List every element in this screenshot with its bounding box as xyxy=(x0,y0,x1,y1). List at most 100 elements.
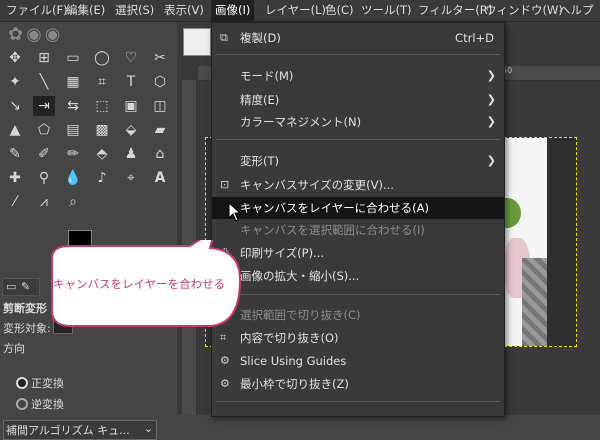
duplicate-shortcut: Ctrl+D xyxy=(455,31,494,45)
menu-view[interactable]: 表示(V) xyxy=(164,0,204,21)
menu-colors[interactable]: 色(C) xyxy=(325,0,354,21)
menu-item-duplicate[interactable]: ⧉ 複製(D) Ctrl+D xyxy=(212,27,504,49)
free-select-icon[interactable]: ♡ xyxy=(120,48,142,68)
smudge-icon[interactable]: ✚ xyxy=(4,168,26,188)
menu-help[interactable]: ヘルプ(H) xyxy=(559,0,600,38)
align-tool-icon[interactable]: ⊞ xyxy=(33,48,55,68)
fuzzy-select-icon[interactable]: ✦ xyxy=(4,72,26,92)
image-thumbnail[interactable] xyxy=(183,28,211,56)
menu-item-print-size[interactable]: ⎙ 印刷サイズ(P)... xyxy=(212,242,504,264)
zealous-crop-icon: ⚙ xyxy=(220,377,230,390)
rect-select-icon[interactable]: ▭ xyxy=(62,48,84,68)
crop-to-content-label: 内容で切り抜き(O) xyxy=(240,331,339,345)
chevron-right-icon: ❯ xyxy=(486,93,496,106)
canvas-size-icon: ⊡ xyxy=(220,178,230,191)
unified-transform-icon[interactable]: ▣ xyxy=(120,96,142,116)
color-picker-icon[interactable]: ⁄ xyxy=(4,192,26,212)
backward-radio[interactable] xyxy=(16,398,28,410)
separator xyxy=(216,294,500,295)
interpolation-label: 補間アルゴリズム キュ... xyxy=(6,424,130,437)
crop-to-selection-label: 選択範囲で切り抜き(C) xyxy=(240,308,361,322)
mode-label: モード(M) xyxy=(240,69,294,83)
blur-icon[interactable]: 💧 xyxy=(62,168,84,188)
menu-filters[interactable]: フィルター(R) xyxy=(418,0,492,21)
chevron-down-icon: ⌄ xyxy=(143,422,153,435)
chevron-right-icon: ❯ xyxy=(486,115,496,128)
perspective-icon[interactable]: ⬚ xyxy=(91,96,113,116)
separator xyxy=(216,401,500,402)
image-menu-dropdown: ⧉ 複製(D) Ctrl+D モード(M) ❯ 精度(E) ❯ カラーマネジメン… xyxy=(211,22,505,417)
menu-item-crop-to-selection[interactable]: ⌗ 選択範囲で切り抜き(C) xyxy=(212,304,504,326)
menu-item-crop-to-content[interactable]: ⌗ 内容で切り抜き(O) xyxy=(212,327,504,349)
paths-icon[interactable]: ⌖ xyxy=(120,168,142,188)
eraser-icon[interactable]: ⬘ xyxy=(91,144,113,164)
airbrush-icon[interactable]: ✏ xyxy=(62,144,84,164)
ellipse-select-icon[interactable]: ◯ xyxy=(91,48,113,68)
menu-item-mode[interactable]: モード(M) ❯ xyxy=(212,65,504,87)
duplicate-icon: ⧉ xyxy=(220,31,228,44)
text-tool-icon[interactable]: A xyxy=(149,168,171,188)
menu-item-transform[interactable]: 変形(T) ❯ xyxy=(212,150,504,172)
menu-layer[interactable]: レイヤー(L) xyxy=(265,0,326,21)
zealous-crop-label: 最小枠で切り抜き(Z) xyxy=(240,377,349,391)
warp-icon[interactable]: ▲ xyxy=(4,120,26,140)
scissors-icon[interactable]: ✂ xyxy=(149,48,171,68)
zoom-icon[interactable]: ⌕ xyxy=(62,192,84,212)
tool-options-tab[interactable]: ▭ ✎ xyxy=(2,278,40,296)
menu-select[interactable]: 選択(S) xyxy=(115,0,154,21)
crop-icon[interactable]: ⌗ xyxy=(91,72,113,92)
wand-icon[interactable]: ╲ xyxy=(33,72,55,92)
clone-icon[interactable]: ⚲ xyxy=(33,168,55,188)
menu-item-precision[interactable]: 精度(E) ❯ xyxy=(212,89,504,111)
measure-icon[interactable]: ⩘ xyxy=(33,192,55,212)
precision-label: 精度(E) xyxy=(240,93,280,107)
slice-label: Slice Using Guides xyxy=(240,354,347,368)
menu-edit[interactable]: 編集(E) xyxy=(66,0,105,21)
cage-transform-icon[interactable]: ⬠ xyxy=(33,120,55,140)
brush-icon[interactable]: ✐ xyxy=(33,144,55,164)
menu-tools[interactable]: ツール(T) xyxy=(361,0,412,21)
menu-item-zealous-crop[interactable]: ⚙ 最小枠で切り抜き(Z) xyxy=(212,373,504,395)
menu-item-scale-image[interactable]: ⇲ 画像の拡大・縮小(S)... xyxy=(212,265,504,287)
menu-windows[interactable]: ウィンドウ(W) xyxy=(485,0,563,21)
device-icon: ✎ xyxy=(21,280,31,293)
dodge-icon[interactable]: ♪ xyxy=(91,168,113,188)
heal-icon[interactable]: ⌂ xyxy=(149,144,171,164)
toolbox: ✿◉◉ ✥ ⊞ ▭ ◯ ♡ ✂ ✦ ╲ ▦ ⌗ T ⬡ ↘ ⇥ ⇆ ⬚ ▣ ◫ … xyxy=(0,22,177,440)
move-tool-icon[interactable]: ✥ xyxy=(4,48,26,68)
backward-label: 逆変換 xyxy=(31,398,64,411)
menu-item-fit-canvas-layers[interactable]: キャンバスをレイヤーに合わせる(A) xyxy=(212,197,504,219)
cage-icon[interactable]: ⬡ xyxy=(149,72,171,92)
color-select-icon[interactable]: ▦ xyxy=(62,72,84,92)
menu-item-fit-canvas-selection[interactable]: キャンバスを選択範囲に合わせる(I) xyxy=(212,219,504,241)
forward-radio[interactable] xyxy=(16,377,28,389)
duplicate-label: 複製(D) xyxy=(240,31,281,45)
flip-icon[interactable]: ⇆ xyxy=(62,96,84,116)
scale-image-label: 画像の拡大・縮小(S)... xyxy=(240,269,360,283)
shear-tool-icon[interactable]: ⇥ xyxy=(33,96,55,116)
ink-icon[interactable]: ♟ xyxy=(120,144,142,164)
text-stamp-icon[interactable]: T xyxy=(120,72,142,92)
transform-label: 変形(T) xyxy=(240,154,279,168)
menu-item-slice-using-guides[interactable]: ⚙ Slice Using Guides xyxy=(212,350,504,372)
transparency-checker xyxy=(522,258,547,346)
gimp-logo: ✿◉◉ xyxy=(8,24,64,45)
pencil-icon[interactable]: ✎ xyxy=(4,144,26,164)
menu-item-color-management[interactable]: カラーマネジメント(N) ❯ xyxy=(212,111,504,133)
chevron-right-icon: ❯ xyxy=(486,154,496,167)
bucket-icon[interactable]: ⬙ xyxy=(120,120,142,140)
handle-transform-icon[interactable]: ◫ xyxy=(149,96,171,116)
menu-image[interactable]: 画像(I) xyxy=(211,0,255,21)
fit-canvas-selection-label: キャンバスを選択範囲に合わせる(I) xyxy=(240,223,425,237)
menu-item-canvas-size[interactable]: ⊡ キャンバスサイズの変更(V)... xyxy=(212,174,504,196)
interpolation-select[interactable]: 補間アルゴリズム キュ... ⌄ xyxy=(3,420,157,440)
checker-icon[interactable]: ▩ xyxy=(91,120,113,140)
gradient-icon[interactable]: ▤ xyxy=(62,120,84,140)
canvas-size-label: キャンバスサイズの変更(V)... xyxy=(240,178,394,192)
menu-file[interactable]: ファイル(F) xyxy=(6,0,68,21)
rotate-icon[interactable]: ↘ xyxy=(4,96,26,116)
fit-canvas-layers-label: キャンバスをレイヤーに合わせる(A) xyxy=(240,201,429,215)
paint-icon[interactable]: ▰ xyxy=(149,120,171,140)
forward-label: 正変換 xyxy=(31,377,64,390)
callout-text: キャンバスをレイヤーを合わせる xyxy=(53,277,226,291)
